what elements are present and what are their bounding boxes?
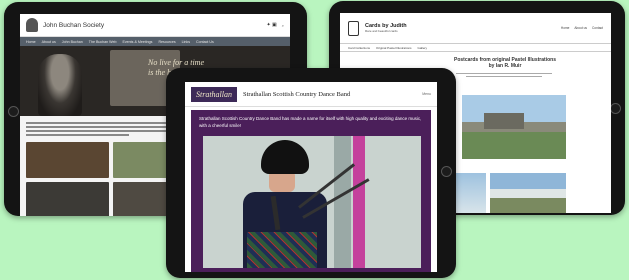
site-subtitle: Rare and beautiful cards — [365, 29, 398, 33]
tablet-front: Strathallan Strathallan Scottish Country… — [166, 68, 456, 278]
caption-lines — [456, 71, 552, 79]
header-link[interactable]: Home — [561, 26, 570, 30]
home-button — [441, 166, 452, 177]
nav-item[interactable]: Links — [182, 40, 190, 44]
nav-item[interactable]: Gallery — [418, 46, 428, 50]
site-header: John Buchan Society ✦ ▣ ⌕ — [20, 14, 290, 37]
header-links: Home About us Contact — [561, 26, 603, 30]
logo-icon — [348, 20, 359, 36]
nav-item[interactable]: Contact Us — [196, 40, 214, 44]
screen-strathallan: Strathallan Strathallan Scottish Country… — [185, 82, 437, 272]
castle-photo[interactable] — [462, 95, 566, 159]
site-logo[interactable]: Strathallan — [191, 86, 238, 102]
nav-item[interactable]: Home — [26, 40, 36, 44]
site-title: Strathallan Scottish Country Dance Band — [243, 90, 351, 98]
nav-item[interactable]: About us — [42, 40, 56, 44]
site-nav: Card Collections Original Pastel Illustr… — [340, 43, 611, 52]
page-heading: Postcards from original Pastel Illustrat… — [454, 57, 556, 69]
nav-item[interactable]: Resources — [158, 40, 175, 44]
header-link[interactable]: About us — [574, 26, 587, 30]
site-header: Strathallan Strathallan Scottish Country… — [185, 82, 437, 107]
nav-item[interactable]: Events & Meetings — [122, 40, 152, 44]
home-button — [610, 103, 621, 114]
nav-item[interactable]: The Buchan Web — [89, 40, 117, 44]
nav-item[interactable]: John Buchan — [62, 40, 83, 44]
header-link[interactable]: Contact — [592, 26, 603, 30]
site-title: John Buchan Society — [43, 21, 105, 29]
tartan-bag — [247, 232, 317, 268]
site-nav: Home About us John Buchan The Buchan Web… — [20, 37, 290, 46]
feather-bonnet — [261, 140, 309, 174]
nav-item[interactable]: Card Collections — [348, 46, 370, 50]
menu-button[interactable]: Menu — [422, 92, 431, 96]
cottage-photo[interactable] — [490, 173, 566, 213]
home-button — [8, 106, 19, 117]
portrait-image — [38, 54, 82, 116]
piper-photo — [203, 136, 421, 268]
backdrop-stripe — [353, 136, 365, 268]
nav-item[interactable]: Original Pastel Illustrations — [376, 46, 412, 50]
band-description: Strathallan Scottish Country Dance Band … — [199, 116, 422, 128]
logo-icon — [26, 18, 38, 32]
grid-image[interactable] — [26, 142, 110, 178]
grid-image[interactable] — [26, 182, 110, 216]
social-icon[interactable]: ✦ ▣ — [266, 22, 276, 28]
search-icon[interactable]: ⌕ — [282, 23, 284, 28]
site-header: Cards by Judith Rare and beautiful cards… — [340, 13, 611, 43]
castle-shape — [484, 113, 524, 129]
